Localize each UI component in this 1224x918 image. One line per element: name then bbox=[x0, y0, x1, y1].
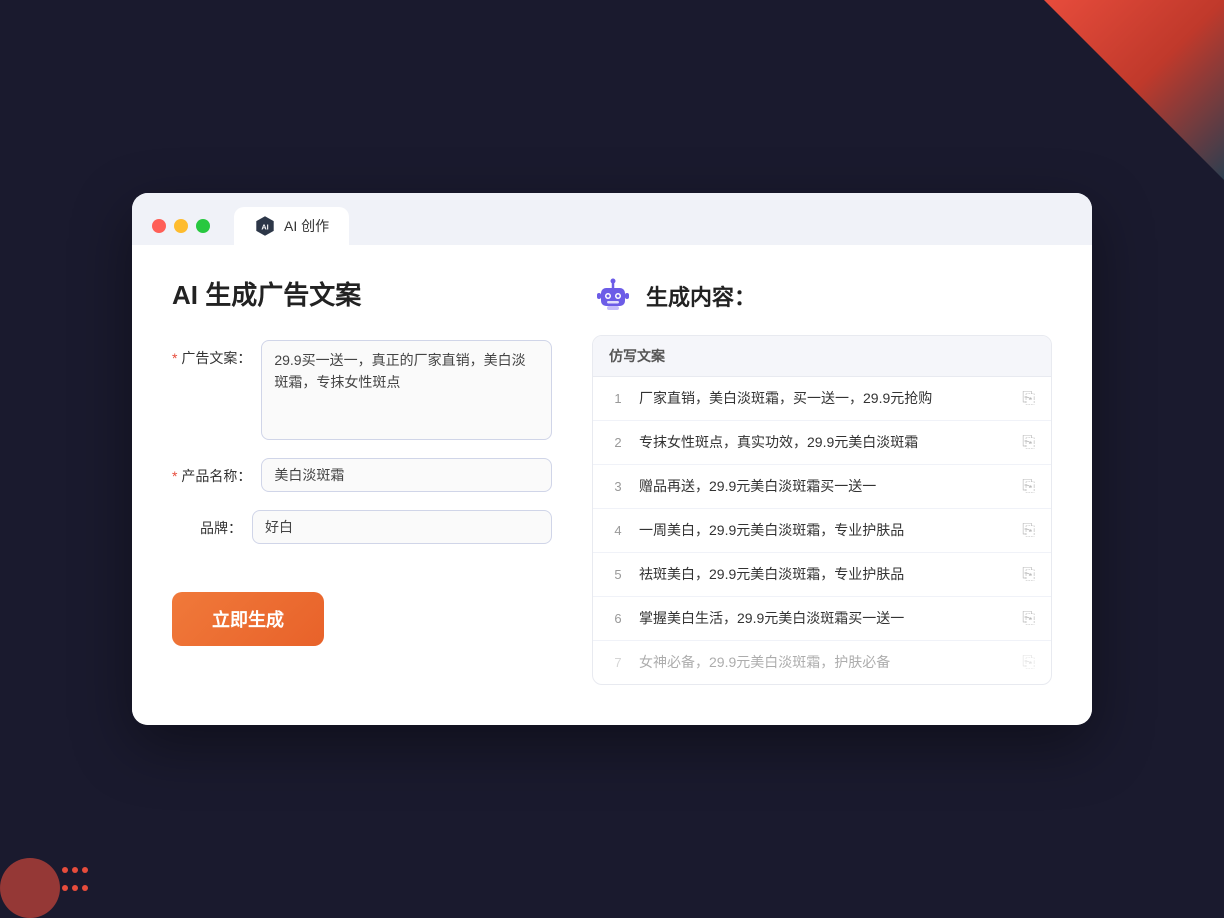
product-name-label: * 产品名称： bbox=[172, 458, 261, 486]
close-button[interactable] bbox=[152, 219, 166, 233]
traffic-lights bbox=[152, 219, 210, 233]
result-row-text: 女神必备，29.9元美白淡斑霜，护肤必备 bbox=[639, 652, 1010, 673]
ad-copy-input[interactable]: 29.9买一送一，真正的厂家直销，美白淡斑霜，专抹女性斑点 bbox=[261, 340, 552, 440]
result-row-text: 专抹女性斑点，真实功效，29.9元美白淡斑霜 bbox=[639, 432, 1010, 453]
browser-window: AI AI 创作 AI 生成广告文案 * 广告文案： 29.9买一送一，真正的厂… bbox=[132, 193, 1092, 725]
brand-label: 品牌： bbox=[172, 510, 252, 538]
bg-decoration-bottom-left bbox=[0, 858, 60, 918]
result-row-number: 4 bbox=[609, 523, 627, 538]
result-row-number: 7 bbox=[609, 655, 627, 670]
product-name-row: * 产品名称： bbox=[172, 458, 552, 492]
result-row: 4 一周美白，29.9元美白淡斑霜，专业护肤品 ⎘ bbox=[593, 509, 1051, 553]
bg-decoration-top-right bbox=[1044, 0, 1224, 180]
result-row-text: 赠品再送，29.9元美白淡斑霜买一送一 bbox=[639, 476, 1010, 497]
required-star-2: * bbox=[172, 468, 177, 484]
minimize-button[interactable] bbox=[174, 219, 188, 233]
tab-label: AI 创作 bbox=[284, 216, 329, 236]
result-row-text: 厂家直销，美白淡斑霜，买一送一，29.9元抢购 bbox=[639, 388, 1010, 409]
copy-icon[interactable]: ⎘ bbox=[1022, 522, 1035, 540]
result-row-text: 掌握美白生活，29.9元美白淡斑霜买一送一 bbox=[639, 608, 1010, 629]
result-table: 仿写文案 1 厂家直销，美白淡斑霜，买一送一，29.9元抢购 ⎘ 2 专抹女性斑点，真实… bbox=[592, 335, 1052, 685]
result-table-header: 仿写文案 bbox=[593, 336, 1051, 377]
generate-button[interactable]: 立即生成 bbox=[172, 592, 324, 646]
result-header: 生成内容： bbox=[592, 275, 1052, 317]
svg-text:AI: AI bbox=[261, 223, 268, 232]
ai-tab-icon: AI bbox=[254, 215, 276, 237]
result-row: 1 厂家直销，美白淡斑霜，买一送一，29.9元抢购 ⎘ bbox=[593, 377, 1051, 421]
robot-icon bbox=[592, 275, 634, 317]
left-panel: AI 生成广告文案 * 广告文案： 29.9买一送一，真正的厂家直销，美白淡斑霜… bbox=[172, 275, 552, 685]
required-star-1: * bbox=[172, 350, 177, 366]
ad-copy-row: * 广告文案： 29.9买一送一，真正的厂家直销，美白淡斑霜，专抹女性斑点 bbox=[172, 340, 552, 440]
result-title: 生成内容： bbox=[646, 280, 756, 312]
result-row: 3 赠品再送，29.9元美白淡斑霜买一送一 ⎘ bbox=[593, 465, 1051, 509]
content-area: AI 生成广告文案 * 广告文案： 29.9买一送一，真正的厂家直销，美白淡斑霜… bbox=[132, 245, 1092, 725]
page-title: AI 生成广告文案 bbox=[172, 275, 552, 312]
result-row-number: 6 bbox=[609, 611, 627, 626]
copy-icon[interactable]: ⎘ bbox=[1022, 610, 1035, 628]
ad-copy-label: * 广告文案： bbox=[172, 340, 261, 368]
copy-icon[interactable]: ⎘ bbox=[1022, 566, 1035, 584]
result-row-text: 祛斑美白，29.9元美白淡斑霜，专业护肤品 bbox=[639, 564, 1010, 585]
bg-decoration-dots bbox=[60, 862, 90, 898]
result-row-number: 5 bbox=[609, 567, 627, 582]
title-bar: AI AI 创作 bbox=[132, 193, 1092, 245]
copy-icon[interactable]: ⎘ bbox=[1022, 390, 1035, 408]
copy-icon[interactable]: ⎘ bbox=[1022, 434, 1035, 452]
brand-row: 品牌： bbox=[172, 510, 552, 544]
result-row: 5 祛斑美白，29.9元美白淡斑霜，专业护肤品 ⎘ bbox=[593, 553, 1051, 597]
maximize-button[interactable] bbox=[196, 219, 210, 233]
result-row: 2 专抹女性斑点，真实功效，29.9元美白淡斑霜 ⎘ bbox=[593, 421, 1051, 465]
copy-icon[interactable]: ⎘ bbox=[1022, 478, 1035, 496]
result-row-number: 1 bbox=[609, 391, 627, 406]
right-panel: 生成内容： 仿写文案 1 厂家直销，美白淡斑霜，买一送一，29.9元抢购 ⎘ 2 专抹女… bbox=[592, 275, 1052, 685]
result-row-text: 一周美白，29.9元美白淡斑霜，专业护肤品 bbox=[639, 520, 1010, 541]
result-row-number: 3 bbox=[609, 479, 627, 494]
result-row: 7 女神必备，29.9元美白淡斑霜，护肤必备 ⎘ bbox=[593, 641, 1051, 684]
result-row-number: 2 bbox=[609, 435, 627, 450]
brand-input[interactable] bbox=[252, 510, 552, 544]
product-name-input[interactable] bbox=[261, 458, 552, 492]
copy-icon[interactable]: ⎘ bbox=[1022, 654, 1035, 672]
browser-tab[interactable]: AI AI 创作 bbox=[234, 207, 349, 245]
result-row: 6 掌握美白生活，29.9元美白淡斑霜买一送一 ⎘ bbox=[593, 597, 1051, 641]
